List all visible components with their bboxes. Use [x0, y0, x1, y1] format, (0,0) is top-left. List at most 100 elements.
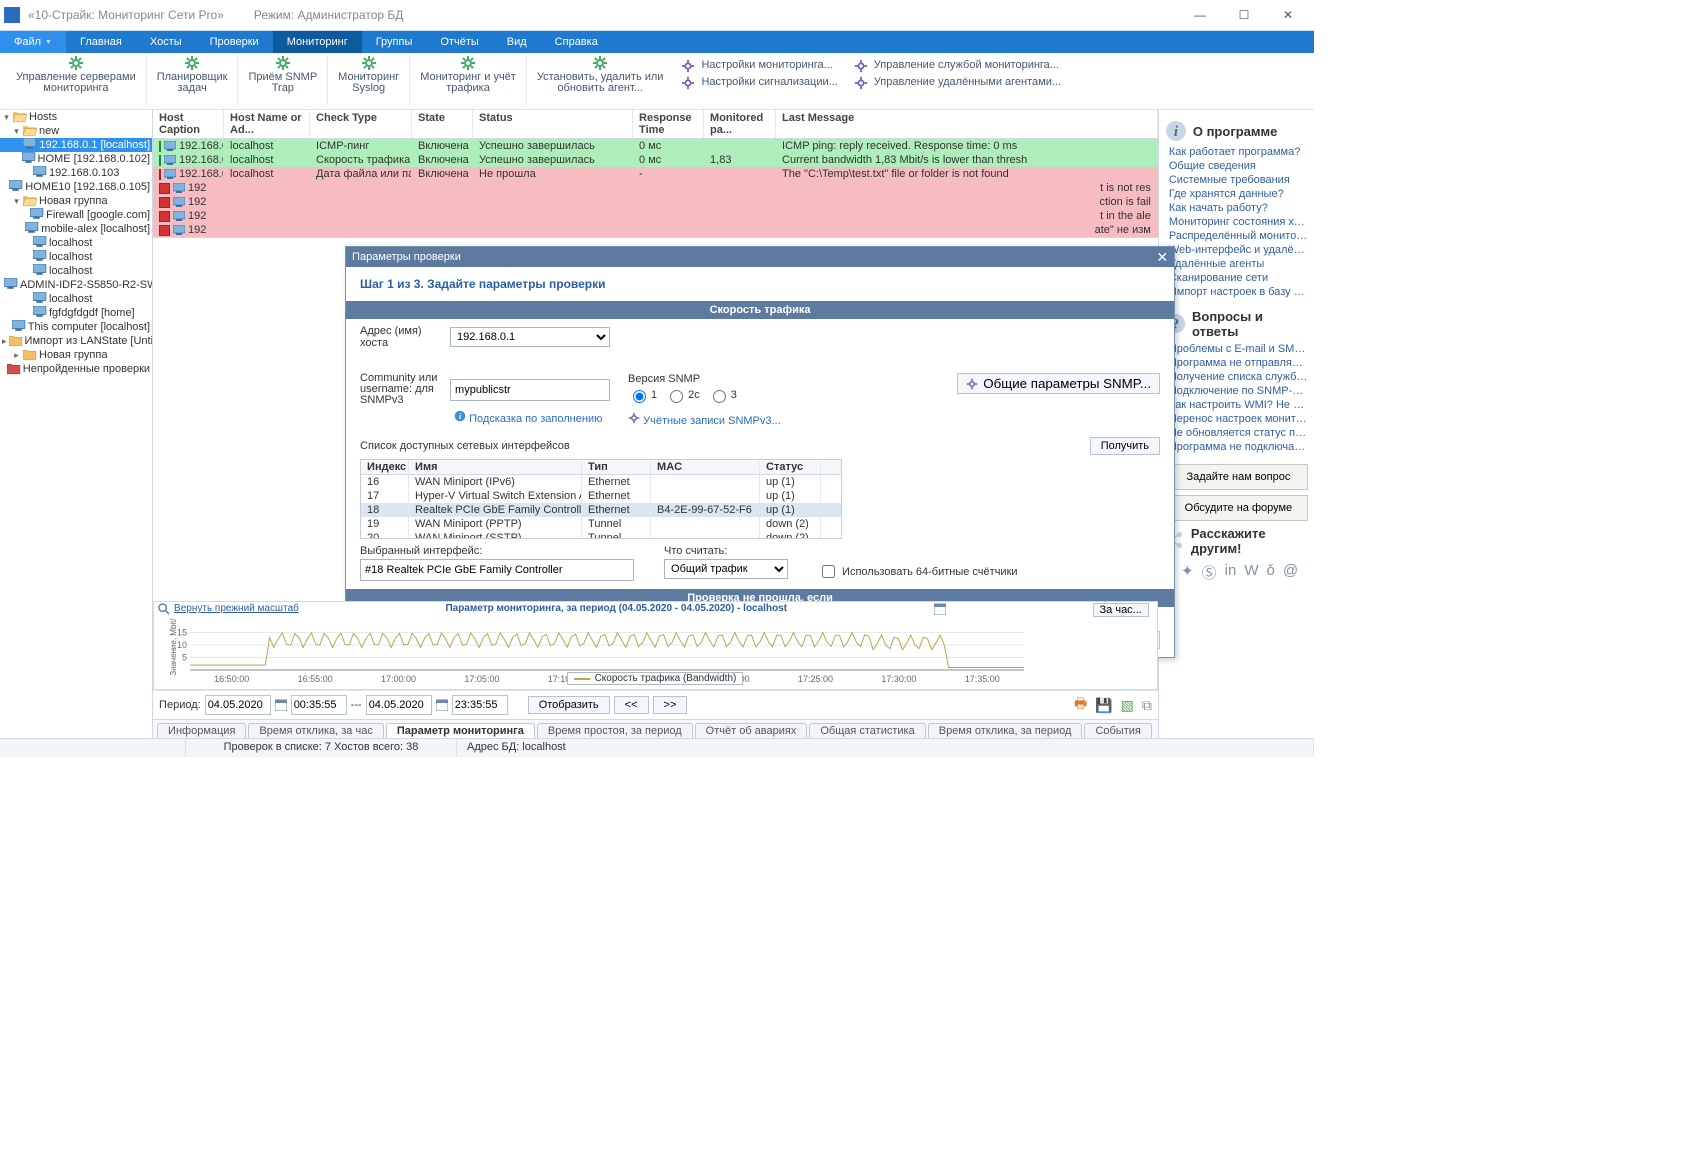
tree-item[interactable]: Непройденные проверки — [0, 362, 152, 376]
snmp-v2c-radio[interactable]: 2c — [665, 387, 700, 403]
tree-item[interactable]: ▾new — [0, 124, 152, 138]
date-from[interactable] — [205, 695, 271, 715]
ribbon-button-0[interactable]: Управление серверамимониторинга — [6, 55, 147, 105]
help-link[interactable]: Перенос настроек мониторинга на др... — [1169, 413, 1308, 426]
host-tree[interactable]: ▾Hosts▾new192.168.0.1 [localhost]HOME [1… — [0, 110, 153, 738]
tree-item[interactable]: HOME [192.168.0.102] — [0, 152, 152, 166]
ribbon-button-1[interactable]: Планировщикзадач — [147, 55, 239, 105]
ribbon-small[interactable]: Настройки сигнализации... — [681, 75, 837, 90]
twitter-icon[interactable]: ✦ — [1181, 562, 1194, 583]
grid-row[interactable]: 192.168.0.1localhostСкорость трафикаВклю… — [153, 153, 1158, 167]
checks-grid[interactable]: Host CaptionHost Name or Ad...Check Type… — [153, 110, 1158, 238]
maximize-button[interactable]: ☐ — [1222, 1, 1266, 29]
calendar-icon[interactable] — [436, 699, 448, 711]
ok-icon[interactable]: ǒ — [1266, 562, 1274, 583]
tree-item[interactable]: mobile-alex [localhost] — [0, 222, 152, 236]
tab[interactable]: Информация — [157, 723, 246, 738]
help-link[interactable]: Не обновляется статус проверок в ко... — [1169, 427, 1308, 440]
help-link[interactable]: Где хранятся данные? — [1169, 188, 1308, 201]
ribbon-small[interactable]: Управление службой мониторинга... — [854, 58, 1061, 73]
grid-row[interactable]: 192.168.0.1localhostICMP-пингВключенаУсп… — [153, 139, 1158, 153]
help-link[interactable]: Общие сведения — [1169, 160, 1308, 173]
ribbon-button-4[interactable]: Мониторинг и учёттрафика — [410, 55, 527, 105]
tab[interactable]: Параметр мониторинга — [386, 723, 535, 738]
help-link[interactable]: Как настроить WMI? Не удаётся настр... — [1169, 399, 1308, 412]
tree-item[interactable]: fgfdgfdgdf [home] — [0, 306, 152, 320]
snmp-v1-radio[interactable]: 1 — [628, 387, 657, 403]
ribbon-button-3[interactable]: МониторингSyslog — [328, 55, 410, 105]
help-link[interactable]: Удалённые агенты — [1169, 258, 1308, 271]
help-link[interactable]: Web-интерфейс и удалённый доступ — [1169, 244, 1308, 257]
next-button[interactable]: >> — [653, 696, 688, 714]
get-ifaces-button[interactable]: Получить — [1090, 437, 1160, 455]
restore-zoom-link[interactable]: Вернуть прежний масштаб — [174, 603, 299, 614]
ribbon-small[interactable]: Настройки мониторинга... — [681, 58, 837, 73]
close-button[interactable]: ✕ — [1266, 1, 1310, 29]
calendar-icon[interactable] — [275, 699, 287, 711]
grid-row[interactable]: 192t is not res — [153, 181, 1158, 195]
tree-item[interactable]: ADMIN-IDF2-S5850-R2-SW2 [localhost] — [0, 278, 152, 292]
iface-row[interactable]: 17Hyper-V Virtual Switch Extension Adapt… — [361, 489, 841, 503]
iface-table[interactable]: ИндексИмяТипMACСтатус 16WAN Miniport (IP… — [360, 459, 842, 539]
prev-button[interactable]: << — [614, 696, 649, 714]
tree-item[interactable]: Firewall [google.com] — [0, 208, 152, 222]
help-link[interactable]: Проблемы с E-mail и SMS-уведомлен... — [1169, 343, 1308, 356]
skype-icon[interactable]: Ⓢ — [1202, 562, 1217, 583]
iface-row[interactable]: 16WAN Miniport (IPv6)Ethernetup (1) — [361, 475, 841, 489]
community-input[interactable] — [450, 379, 610, 401]
help-link[interactable]: Сканирование сети — [1169, 272, 1308, 285]
tree-item[interactable]: localhost — [0, 292, 152, 306]
ribbon-button-5[interactable]: Установить, удалить илиобновить агент... — [527, 55, 674, 105]
hour-button[interactable]: За час... — [1093, 603, 1149, 617]
show-button[interactable]: Отобразить — [528, 696, 610, 714]
image-icon[interactable]: ▧ — [1121, 697, 1134, 714]
tree-item[interactable]: ▾Hosts — [0, 110, 152, 124]
menu-file[interactable]: Файл▼ — [0, 31, 66, 53]
snmp-v3-radio[interactable]: 3 — [708, 387, 737, 403]
ask-question-button[interactable]: Задайте нам вопрос — [1169, 464, 1308, 490]
what-count-select[interactable]: Общий трафик — [664, 559, 788, 579]
help-link[interactable]: Распределённый мониторинг и серве... — [1169, 230, 1308, 243]
help-link[interactable]: Получение списка служб, процессов,... — [1169, 371, 1308, 384]
minimize-button[interactable]: — — [1178, 1, 1222, 29]
time-to[interactable] — [452, 695, 508, 715]
tab[interactable]: Время простоя, за период — [537, 723, 693, 738]
addr-combo[interactable]: 192.168.0.1 — [450, 327, 610, 347]
tree-item[interactable]: ▸Импорт из LANState [Untitled1.lsm] — [0, 334, 152, 348]
menu-Группы[interactable]: Группы — [362, 31, 427, 53]
date-to[interactable] — [366, 695, 432, 715]
grid-row[interactable]: 192t in the ale — [153, 209, 1158, 223]
menu-Справка[interactable]: Справка — [541, 31, 612, 53]
tree-item[interactable]: 192.168.0.1 [localhost] — [0, 138, 152, 152]
menu-Мониторинг[interactable]: Мониторинг — [273, 31, 362, 53]
menu-Хосты[interactable]: Хосты — [136, 31, 196, 53]
tree-item[interactable]: ▾Новая группа — [0, 194, 152, 208]
copy-icon[interactable]: ⧉ — [1142, 697, 1152, 714]
help-link[interactable]: Подключение по SNMP-протоколу — [1169, 385, 1308, 398]
iface-row[interactable]: 19WAN Miniport (PPTP)Tunneldown (2) — [361, 517, 841, 531]
help-link[interactable]: Программа не отправляет SMS — [1169, 357, 1308, 370]
selected-iface-input[interactable] — [360, 559, 634, 581]
tree-item[interactable]: 192.168.0.103 — [0, 166, 152, 180]
help-link[interactable]: Мониторинг состояния хостов — [1169, 216, 1308, 229]
help-link[interactable]: Импорт настроек в базу из обычной ... — [1169, 286, 1308, 299]
tab[interactable]: Время отклика, за час — [248, 723, 383, 738]
export-icon[interactable]: 🖶 — [1074, 693, 1087, 717]
tree-item[interactable]: localhost — [0, 264, 152, 278]
iface-row[interactable]: 20WAN Miniport (SSTP)Tunneldown (2) — [361, 531, 841, 539]
grid-row[interactable]: 192.168.0.1localhostДата файла или папки… — [153, 167, 1158, 181]
help-link[interactable]: Как начать работу? — [1169, 202, 1308, 215]
tree-item[interactable]: HOME10 [192.168.0.105] — [0, 180, 152, 194]
hint-link[interactable]: Подсказка по заполнению — [469, 413, 602, 425]
help-link[interactable]: Системные требования — [1169, 174, 1308, 187]
tab[interactable]: Время отклика, за период — [928, 723, 1083, 738]
mail-icon[interactable]: @ — [1283, 562, 1298, 583]
tree-item[interactable]: localhost — [0, 250, 152, 264]
vk-icon[interactable]: W — [1244, 562, 1258, 583]
help-link[interactable]: Как работает программа? — [1169, 146, 1308, 159]
dialog-title-bar[interactable]: Параметры проверки ✕ — [346, 247, 1174, 267]
ribbon-small[interactable]: Управление удалёнными агентами... — [854, 75, 1061, 90]
tree-item[interactable]: This computer [localhost] — [0, 320, 152, 334]
time-from[interactable] — [291, 695, 347, 715]
use-64bit-checkbox[interactable]: Использовать 64-битные счётчики — [818, 562, 1017, 581]
